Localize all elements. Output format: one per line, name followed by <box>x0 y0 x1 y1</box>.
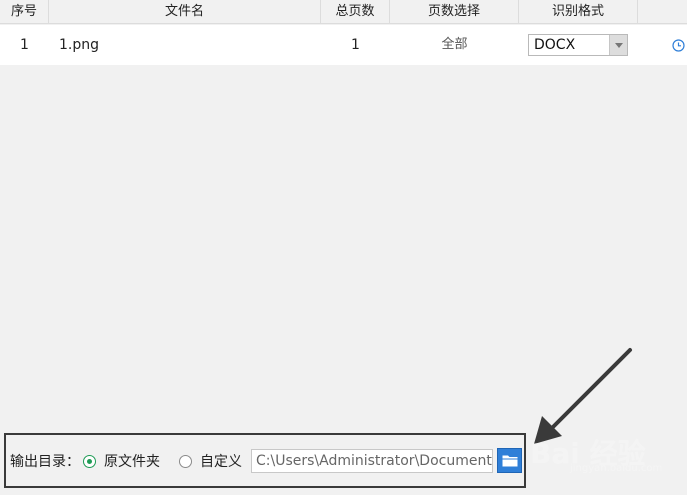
radio-original-folder[interactable] <box>83 455 96 468</box>
column-header-total-pages[interactable]: 总页数 <box>321 0 390 24</box>
output-directory-label: 输出目录： <box>10 454 80 470</box>
row-index: 1 <box>20 37 29 53</box>
output-path-input[interactable]: C:\Users\Administrator\Documents <box>251 449 493 473</box>
radio-original-folder-label[interactable]: 原文件夹 <box>104 452 160 472</box>
app-window: 序号 文件名 总页数 页数选择 识别格式 1 1.png 1 全部 DOCX 输… <box>0 0 687 495</box>
row-format-cell: DOCX <box>519 25 638 65</box>
table-row[interactable]: 1 1.png 1 全部 DOCX <box>0 25 687 65</box>
column-header-actions <box>638 0 687 24</box>
clock-icon[interactable] <box>672 39 685 52</box>
row-page-selection[interactable]: 全部 <box>390 25 519 65</box>
format-dropdown[interactable]: DOCX <box>528 34 628 56</box>
row-total-pages: 1 <box>351 37 360 53</box>
output-directory-bar: 输出目录： 原文件夹 自定义 C:\Users\Administrator\Do… <box>4 433 526 488</box>
row-actions-cell <box>638 25 687 65</box>
table-header: 序号 文件名 总页数 页数选择 识别格式 <box>0 0 687 24</box>
column-header-format[interactable]: 识别格式 <box>519 0 638 24</box>
column-header-index[interactable]: 序号 <box>0 0 49 24</box>
column-header-filename[interactable]: 文件名 <box>49 0 321 24</box>
browse-folder-button[interactable] <box>497 448 522 473</box>
radio-custom-folder-label[interactable]: 自定义 <box>200 452 242 472</box>
folder-icon <box>502 455 518 467</box>
baidu-watermark: Bai 经验 jingyan.baidu.com <box>530 418 680 478</box>
row-filename: 1.png <box>59 37 100 53</box>
watermark-subtext: jingyan.baidu.com <box>570 463 663 474</box>
radio-custom-folder[interactable] <box>179 455 192 468</box>
chevron-down-icon[interactable] <box>609 35 627 55</box>
format-dropdown-value: DOCX <box>534 37 576 53</box>
column-header-page-selection[interactable]: 页数选择 <box>390 0 519 24</box>
